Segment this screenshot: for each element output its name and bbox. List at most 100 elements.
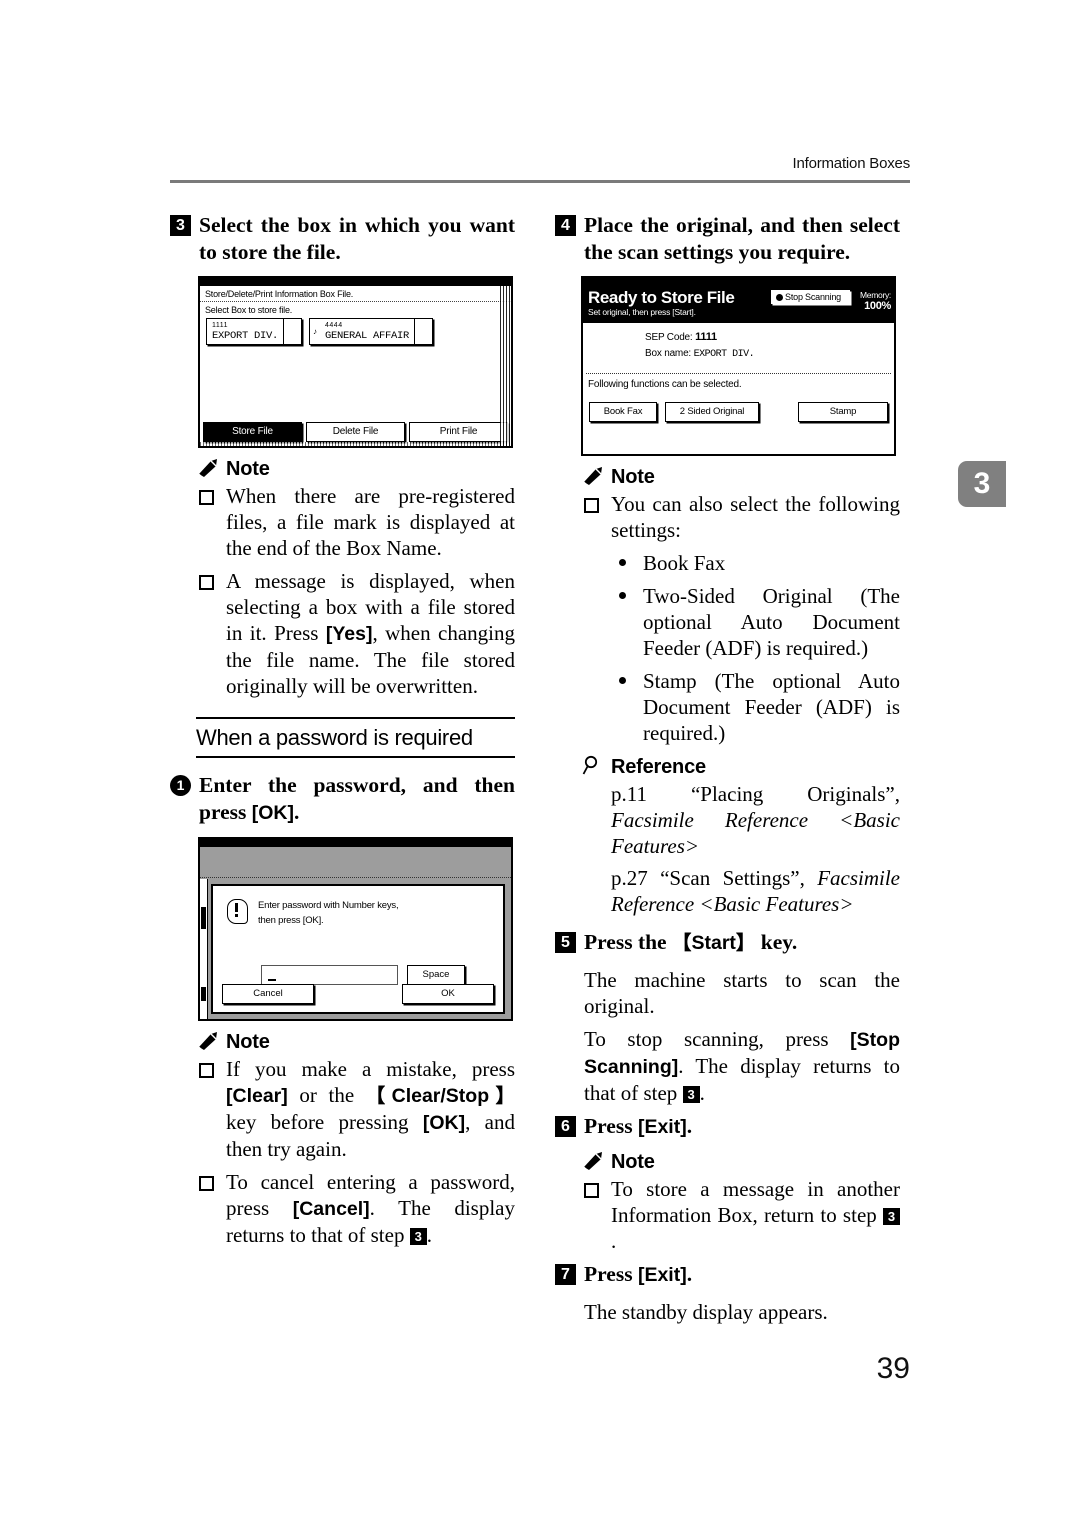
- delete-file-button[interactable]: Delete File: [306, 422, 405, 442]
- cancel-key-label: [Cancel]: [292, 1198, 370, 1220]
- stamp-button[interactable]: Stamp: [798, 402, 888, 422]
- substep-1-text-c: .: [294, 800, 300, 824]
- note-4-label: Note: [611, 1151, 655, 1173]
- step-6-text-a: Press: [584, 1114, 638, 1138]
- screen2-button-row: Book Fax 2 Sided Original Stamp: [589, 402, 888, 422]
- note-2-item-1: If you make a mistake, press [Clear] or …: [196, 1056, 515, 1162]
- step-5-para2-a: To stop scanning, press: [584, 1027, 851, 1051]
- box-name-label: Box name:: [645, 348, 692, 359]
- scrollbar-hatch[interactable]: [500, 286, 511, 446]
- note-bullet-icon: [584, 1183, 599, 1198]
- note-4-item-1-b: .: [611, 1229, 617, 1253]
- lcd-screen-1: Store/Delete/Print Information Box File.…: [198, 285, 513, 448]
- password-input[interactable]: [261, 965, 398, 985]
- stop-icon: [776, 294, 784, 301]
- ok-button[interactable]: OK: [402, 984, 494, 1004]
- substep-1-text-a: Enter the password, and then press: [199, 773, 515, 824]
- note-4-item-1: To store a message in another Informatio…: [581, 1176, 900, 1254]
- note-3-subitem-1-text: Book Fax: [643, 551, 726, 575]
- magnifier-icon: [581, 755, 607, 776]
- note-2-item-2: To cancel entering a password, press [Ca…: [196, 1169, 515, 1248]
- note-4-heading: Note: [581, 1151, 900, 1174]
- box-tail: [414, 319, 432, 344]
- note-bullet-icon: [584, 498, 599, 513]
- reference-item-1: p.11 “Placing Originals”, Facsimile Refe…: [611, 781, 900, 859]
- note-1-label: Note: [226, 458, 270, 480]
- note-3-subitem-3: Stamp (The optional Auto Document Feeder…: [611, 668, 900, 746]
- password-message-line-2: then press [OK].: [258, 915, 324, 926]
- cancel-button[interactable]: Cancel: [222, 984, 314, 1004]
- step-7-text-c: .: [686, 1262, 693, 1286]
- note-2-heading: Note: [196, 1031, 515, 1054]
- dimmed-left-edge: [200, 879, 208, 1019]
- note-bullet-icon: [199, 1063, 214, 1078]
- box-name-row: Box name: EXPORT DIV.: [583, 346, 894, 363]
- step-6-number: 6: [555, 1116, 576, 1137]
- lcd-bezel-top: [198, 276, 513, 285]
- step-4-number: 4: [555, 215, 576, 236]
- reference-item-1-italic: Facsimile Reference <Basic Features>: [611, 808, 900, 858]
- print-file-button[interactable]: Print File: [409, 422, 508, 442]
- text-caret: [268, 979, 276, 981]
- pencil-icon: [581, 1150, 607, 1171]
- pencil-icon: [581, 465, 607, 486]
- step-7-heading: 7 Press [Exit].: [555, 1261, 900, 1289]
- substep-1-heading: 1 Enter the password, and then press [OK]…: [170, 772, 515, 827]
- step-4-text: Place the original, and then select the …: [584, 213, 900, 264]
- screen1-subtitle: Select Box to store file.: [205, 305, 293, 315]
- reference-item-2-plain: p.27 “Scan Settings”,: [611, 866, 818, 890]
- yes-key-label: [Yes]: [325, 623, 373, 645]
- figure-password-dialog-screen: Enter password with Number keys, then pr…: [198, 837, 513, 1021]
- sep-code-value: 1111: [695, 331, 717, 343]
- reference-item-1-plain: p.11 “Placing Originals”,: [611, 782, 900, 806]
- stop-scanning-label: Stop Scanning: [785, 292, 841, 302]
- screen1-box-list: 1111 EXPORT DIV. ♪ 4444 GENERAL AFFAIR: [200, 317, 511, 345]
- exclamation-icon: [227, 899, 248, 924]
- password-message-line-1: Enter password with Number keys,: [258, 900, 399, 911]
- bullet-dot-icon: [619, 592, 626, 599]
- book-fax-button[interactable]: Book Fax: [589, 402, 657, 422]
- sep-code-label: SEP Code:: [645, 332, 693, 343]
- screen2-header: Ready to Store File Set original, then p…: [583, 286, 894, 323]
- section-heading-password: When a password is required: [196, 717, 515, 758]
- lcd-bezel-top: [198, 837, 513, 846]
- reference-label: Reference: [611, 756, 706, 778]
- left-column: 3 Select the box in which you want to sto…: [170, 212, 515, 1255]
- note-2-label: Note: [226, 1031, 270, 1053]
- note-1-heading: Note: [196, 458, 515, 481]
- note-3-subitem-1: Book Fax: [611, 550, 900, 576]
- note-2-item-2-d: .: [426, 1223, 432, 1247]
- start-key-label: 【Start】: [671, 932, 756, 954]
- information-box-item[interactable]: 1111 EXPORT DIV.: [206, 318, 303, 345]
- screen2-info: SEP Code: 1111 Box name: EXPORT DIV.: [583, 323, 894, 363]
- space-button[interactable]: Space: [407, 965, 465, 985]
- figure-store-delete-print-screen: Store/Delete/Print Information Box File.…: [198, 276, 513, 448]
- store-file-button[interactable]: Store File: [203, 422, 302, 442]
- step-3-heading: 3 Select the box in which you want to sto…: [170, 212, 515, 266]
- file-mark-icon: ♪: [313, 327, 318, 336]
- note-4-item-1-a: To store a message in another Informatio…: [611, 1177, 900, 1227]
- stop-scanning-button[interactable]: Stop Scanning: [771, 290, 850, 304]
- step-3-text: Select the box in which you want to stor…: [199, 213, 515, 264]
- step-5-paragraph-1: The machine starts to scan the original.: [584, 968, 900, 1018]
- note-1-item-1-text: When there are pre-registered files, a f…: [226, 484, 515, 560]
- note-3-item-1: You can also select the following settin…: [581, 491, 900, 543]
- note-3-item-1-text: You can also select the following settin…: [611, 492, 900, 542]
- running-head: Information Boxes: [792, 155, 911, 172]
- page-number: 39: [876, 1352, 910, 1385]
- note-3-subitem-2: Two-Sided Original (The optional Auto Do…: [611, 583, 900, 661]
- note-1-item-1: When there are pre-registered files, a f…: [196, 483, 515, 561]
- two-sided-original-button[interactable]: 2 Sided Original: [665, 402, 759, 422]
- bullet-dot-icon: [619, 677, 626, 684]
- screen2-functions-note: Following functions can be selected.: [588, 379, 742, 390]
- figure-ready-to-store-file-screen: Ready to Store File Set original, then p…: [581, 276, 896, 456]
- note-2-item-1-e: key before pressing: [226, 1110, 423, 1134]
- step-7-text-a: Press: [584, 1262, 638, 1286]
- box-name: EXPORT DIV.: [212, 330, 279, 342]
- information-box-item[interactable]: ♪ 4444 GENERAL AFFAIR: [309, 318, 434, 345]
- ok-key-label: [OK]: [251, 802, 295, 824]
- substep-1-number: 1: [170, 775, 191, 796]
- note-1-item-2: A message is displayed, when selecting a…: [196, 568, 515, 699]
- bottom-hatch: [200, 442, 511, 446]
- password-dialog: Enter password with Number keys, then pr…: [211, 884, 505, 1014]
